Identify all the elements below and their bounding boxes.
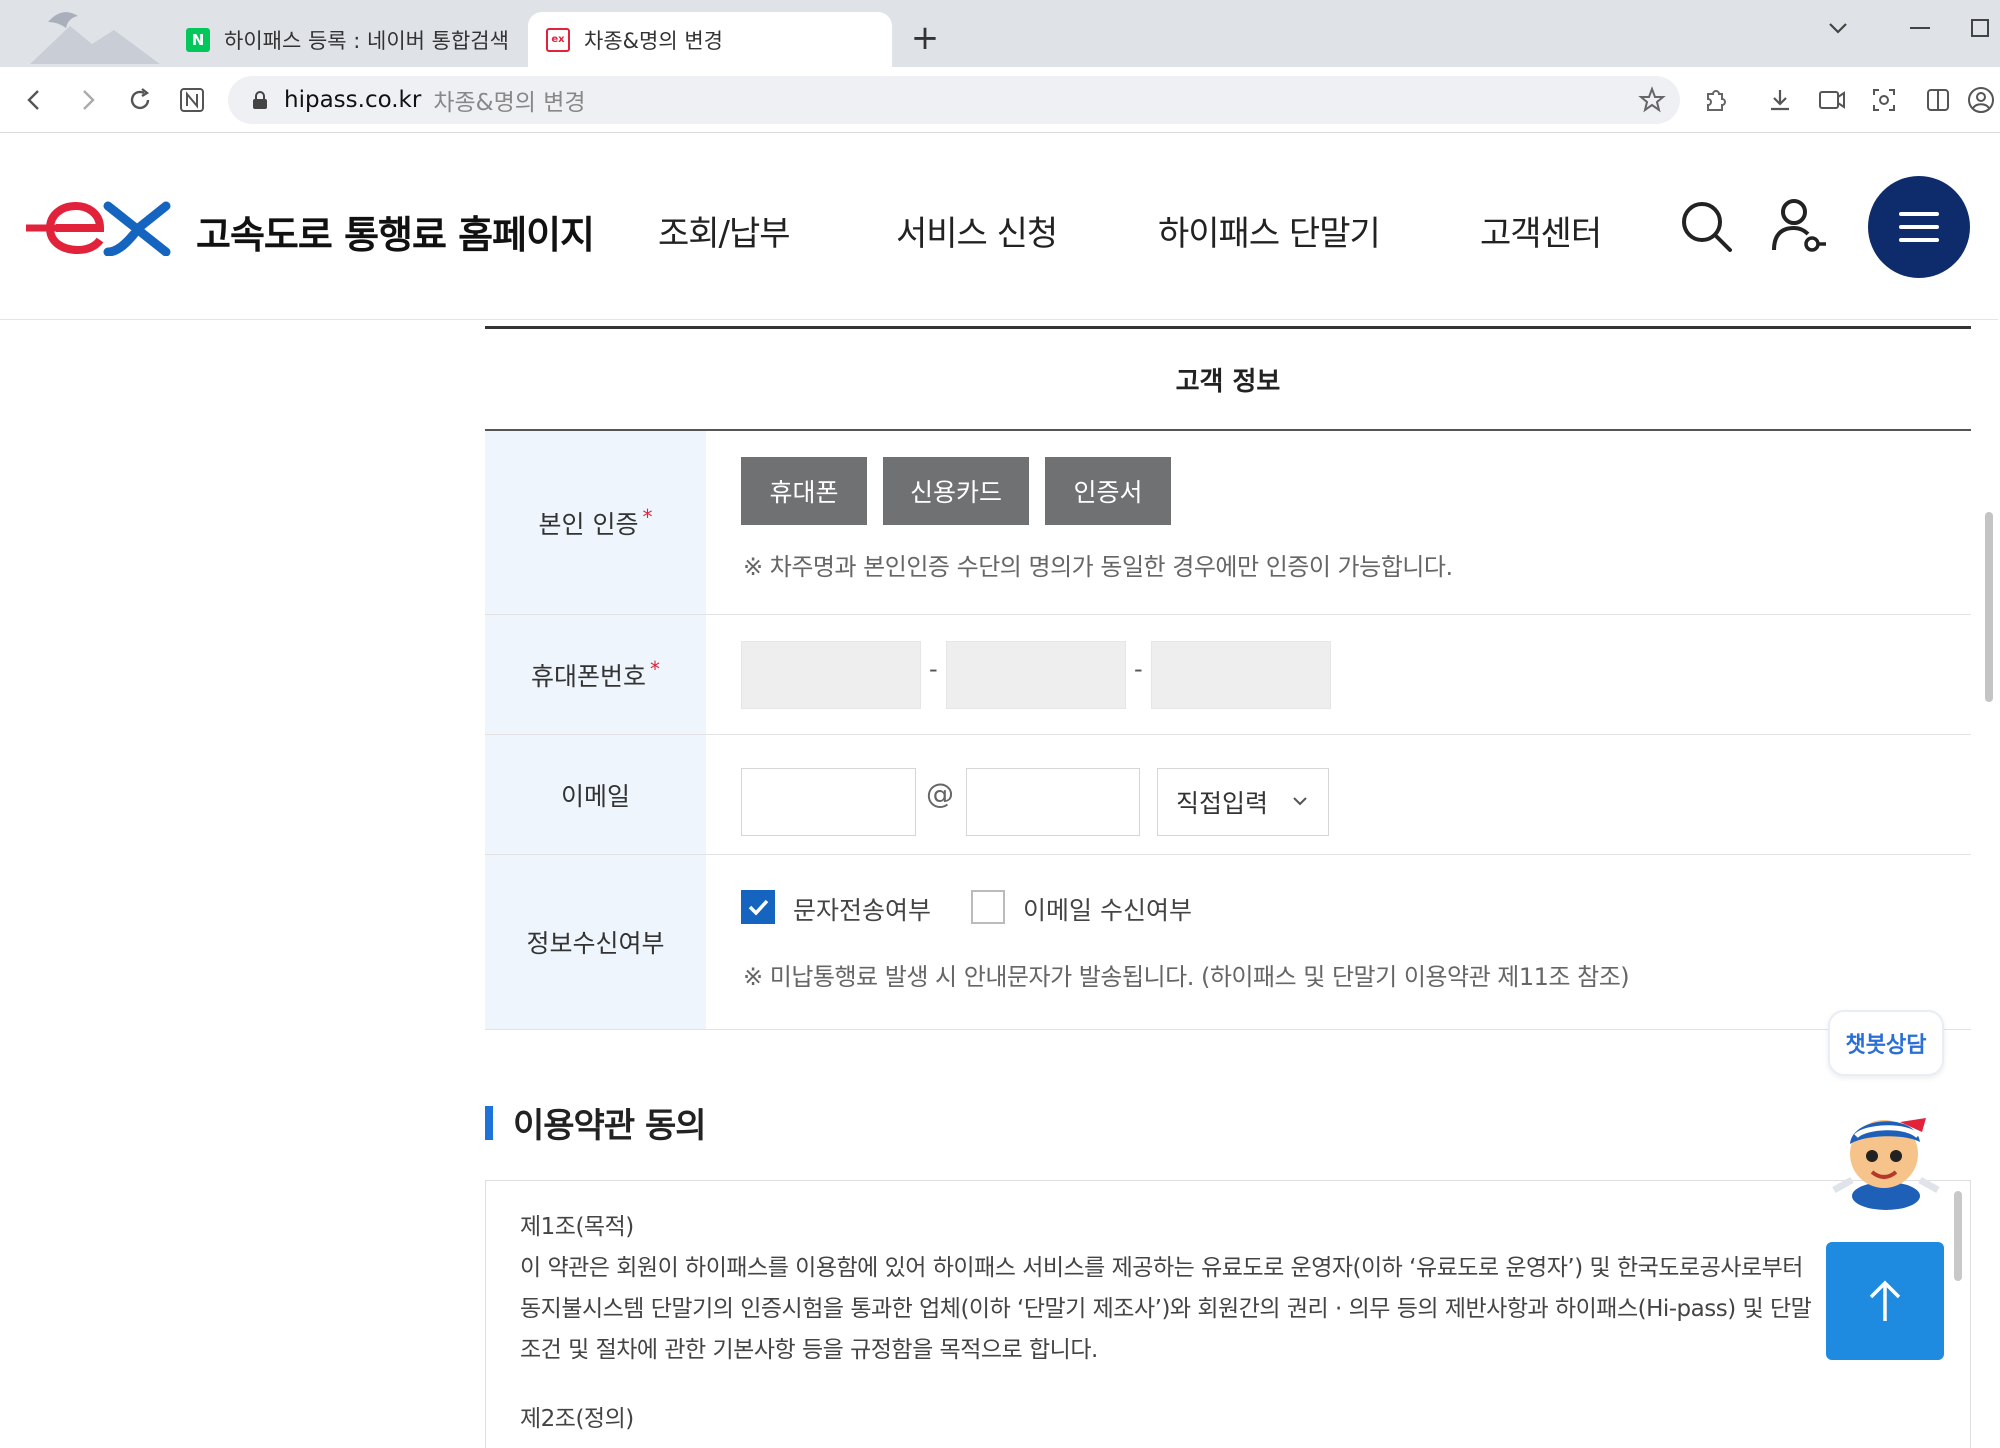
- lock-icon: [253, 91, 267, 109]
- tab-title: 하이패스 등록 : 네이버 통합검색: [224, 28, 509, 53]
- email-at-sign: @: [926, 777, 954, 810]
- login-user-icon[interactable]: [1768, 196, 1828, 256]
- tab-naver-search[interactable]: N 하이패스 등록 : 네이버 통합검색: [168, 12, 528, 67]
- phone-part1-input[interactable]: [741, 641, 921, 709]
- new-tab-button[interactable]: +: [905, 18, 945, 58]
- phone-separator: -: [929, 655, 938, 683]
- nav-hipass-device[interactable]: 하이패스 단말기: [1158, 206, 1381, 255]
- customer-info-form: 본인 인증 * 휴대폰 신용카드 인증서 ※ 차주명과 본인인증 수단의 명의가…: [485, 431, 1971, 1030]
- terms-line: 동지불시스템 단말기의 인증시험을 통과한 업체(이하 ‘단말기 제조사’)와 …: [520, 1296, 1812, 1322]
- email-domain-input[interactable]: [966, 768, 1140, 836]
- email-label: 이메일: [485, 735, 706, 854]
- consent-label-text: 정보수신여부: [526, 929, 665, 958]
- nav-customer-center[interactable]: 고객센터: [1480, 206, 1602, 255]
- minimize-icon[interactable]: [1900, 10, 1940, 46]
- scroll-top-button[interactable]: [1826, 1242, 1944, 1360]
- hamburger-line: [1899, 225, 1939, 229]
- email-id-input[interactable]: [741, 768, 916, 836]
- row-notification-consent: 정보수신여부 문자전송여부 이메일 수신여부 ※ 미납통행료 발생 시 안내문자…: [485, 855, 1971, 1030]
- url-domain: hipass.co.kr: [284, 87, 422, 113]
- naver-icon: N: [186, 27, 210, 52]
- email-domain-select-value: 직접입력: [1176, 789, 1269, 818]
- chatbot-mascot-icon[interactable]: [1826, 1092, 1946, 1212]
- auth-phone-button[interactable]: 휴대폰: [741, 457, 867, 525]
- all-menu-button[interactable]: [1868, 176, 1970, 278]
- email-consent-label[interactable]: 이메일 수신여부: [1023, 891, 1192, 927]
- maximize-icon[interactable]: [1960, 10, 2000, 46]
- consent-label: 정보수신여부: [485, 855, 706, 1029]
- email-domain-select[interactable]: 직접입력: [1157, 768, 1329, 836]
- row-phone: 휴대폰번호 * - -: [485, 615, 1971, 735]
- chevron-down-icon: [1293, 797, 1307, 806]
- capture-icon[interactable]: [1812, 80, 1852, 120]
- auth-label-text: 본인 인증: [538, 509, 639, 539]
- search-icon[interactable]: [1676, 196, 1736, 256]
- arrow-up-icon: [1869, 1280, 1901, 1321]
- checkmark-icon: [748, 899, 769, 916]
- sms-consent-label[interactable]: 문자전송여부: [793, 891, 931, 927]
- tab-search-icon[interactable]: [1818, 10, 1858, 46]
- browser-theme-decoration: [30, 12, 160, 64]
- hamburger-line: [1899, 238, 1939, 242]
- phone-label-text: 휴대폰번호: [530, 661, 646, 691]
- sidebar-icon[interactable]: [1918, 80, 1958, 120]
- section-title: 고객 정보: [485, 329, 1971, 431]
- sms-consent-checkbox[interactable]: [741, 890, 775, 924]
- forward-icon[interactable]: [68, 80, 108, 120]
- terms-scroll-box[interactable]: 제1조(목적) 이 약관은 회원이 하이패스를 이용함에 있어 하이패스 서비스…: [485, 1180, 1971, 1448]
- download-icon[interactable]: [1760, 80, 1800, 120]
- browser-tab-bar: N 하이패스 등록 : 네이버 통합검색 ex 차종&명의 변경 +: [0, 0, 2000, 67]
- back-icon[interactable]: [14, 80, 54, 120]
- row-email: 이메일 @ 직접입력: [485, 735, 1971, 855]
- ex-logo[interactable]: [26, 200, 181, 256]
- phone-label: 휴대폰번호 *: [485, 615, 706, 734]
- phone-part3-input[interactable]: [1151, 641, 1331, 709]
- terms-heading-text: 이용약관 동의: [513, 1106, 707, 1146]
- auth-note: ※ 차주명과 본인인증 수단의 명의가 동일한 경우에만 인증이 가능합니다.: [743, 553, 1453, 581]
- tab-title: 차종&명의 변경: [584, 28, 723, 53]
- required-mark: *: [650, 656, 660, 681]
- ex-icon: ex: [546, 27, 570, 52]
- page-scrollbar[interactable]: [1985, 512, 1993, 702]
- chatbot-button[interactable]: 챗봇상담: [1828, 1010, 1944, 1076]
- browser-toolbar: hipass.co.kr 차종&명의 변경: [0, 67, 2000, 133]
- auth-card-button[interactable]: 신용카드: [883, 457, 1029, 525]
- address-bar[interactable]: hipass.co.kr 차종&명의 변경: [228, 76, 1680, 124]
- terms-next-heading: 제2조(정의): [520, 1406, 634, 1432]
- url-page-title: 차종&명의 변경: [433, 90, 586, 116]
- email-label-text: 이메일: [560, 781, 630, 811]
- profile-icon[interactable]: [1966, 80, 1996, 120]
- phone-separator: -: [1134, 655, 1143, 683]
- terms-line: 제1조(목적): [520, 1214, 634, 1240]
- row-identity-auth: 본인 인증 * 휴대폰 신용카드 인증서 ※ 차주명과 본인인증 수단의 명의가…: [485, 431, 1971, 615]
- site-title[interactable]: 고속도로 통행료 홈페이지: [196, 204, 595, 259]
- reload-icon[interactable]: [120, 80, 160, 120]
- heading-accent-bar: [485, 1105, 493, 1140]
- site-header: 고속도로 통행료 홈페이지 조회/납부 서비스 신청 하이패스 단말기 고객센터: [0, 134, 1998, 320]
- required-mark: *: [642, 504, 653, 529]
- terms-line: 조건 및 절차에 관한 기본사항 등을 규정함을 목적으로 합니다.: [520, 1337, 1098, 1363]
- consent-note: ※ 미납통행료 발생 시 안내문자가 발송됩니다. (하이패스 및 단말기 이용…: [743, 963, 1630, 991]
- auth-certificate-button[interactable]: 인증서: [1045, 457, 1171, 525]
- terms-line: 이 약관은 회원이 하이패스를 이용함에 있어 하이패스 서비스를 제공하는 유…: [520, 1255, 1803, 1281]
- auth-label: 본인 인증 *: [485, 431, 706, 614]
- extensions-icon[interactable]: [1694, 80, 1734, 120]
- nav-inquiry-payment[interactable]: 조회/납부: [658, 206, 791, 255]
- naver-home-icon[interactable]: [172, 80, 212, 120]
- phone-part2-input[interactable]: [946, 641, 1126, 709]
- email-consent-checkbox[interactable]: [971, 890, 1005, 924]
- nav-service-apply[interactable]: 서비스 신청: [896, 206, 1058, 255]
- terms-scrollbar[interactable]: [1954, 1191, 1962, 1281]
- hamburger-line: [1899, 212, 1939, 216]
- screenshot-icon[interactable]: [1864, 80, 1904, 120]
- bookmark-star-icon[interactable]: [1632, 80, 1672, 120]
- terms-heading: 이용약관 동의: [485, 1098, 707, 1147]
- tab-hipass-change[interactable]: ex 차종&명의 변경: [528, 12, 892, 67]
